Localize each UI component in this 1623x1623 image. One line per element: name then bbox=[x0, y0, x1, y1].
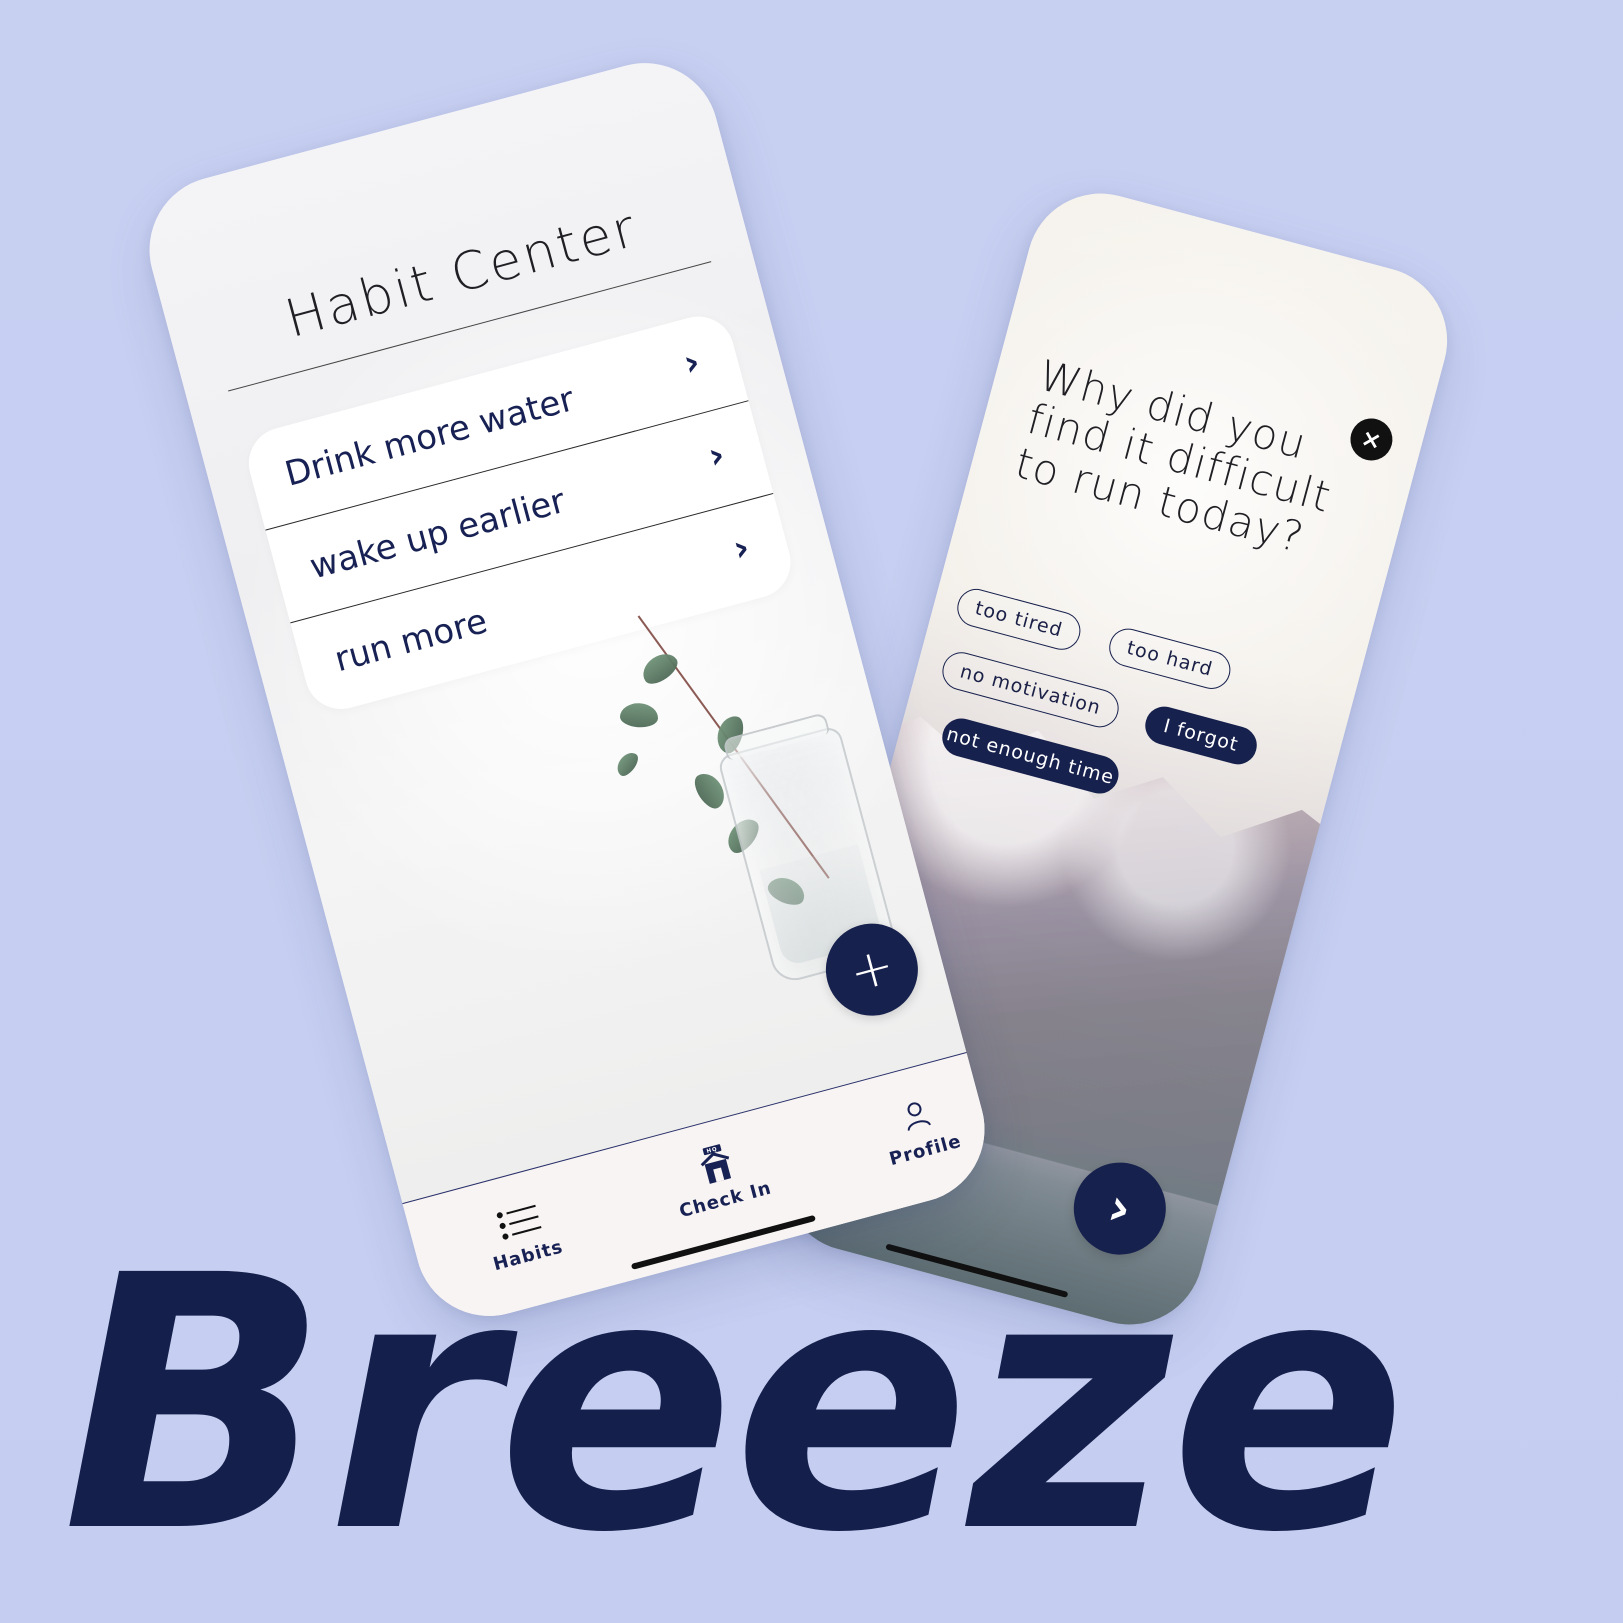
option-i-forgot-button[interactable]: I forgot bbox=[1141, 702, 1261, 769]
tab-profile-label: Profile bbox=[886, 1130, 964, 1170]
chevron-right-icon: › bbox=[728, 526, 754, 571]
chevron-right-icon: › bbox=[704, 434, 730, 478]
habit-center-content: Habit Center Drink more water › wake up … bbox=[133, 46, 1002, 1333]
chevron-right-icon: › bbox=[679, 341, 705, 385]
difficulty-question: Why did you find it difficult to run tod… bbox=[1010, 350, 1337, 563]
leaf-shape bbox=[613, 748, 642, 780]
page-title: Habit Center bbox=[279, 198, 645, 350]
habit-center-phone: Habit Center Drink more water › wake up … bbox=[132, 46, 1002, 1333]
hq-house-icon: HQ bbox=[693, 1142, 740, 1189]
user-icon bbox=[896, 1093, 937, 1138]
tab-profile[interactable]: Profile bbox=[869, 1078, 969, 1178]
leaf-shape bbox=[637, 647, 683, 690]
leaf-shape bbox=[619, 702, 659, 729]
canvas: × Why did you find it difficult to run t… bbox=[0, 0, 1623, 1623]
plus-icon: + bbox=[843, 935, 901, 1005]
brand-title: Breeze bbox=[62, 1201, 1407, 1609]
option-too-tired-button[interactable]: too tired bbox=[953, 584, 1085, 655]
option-too-hard-button[interactable]: too hard bbox=[1105, 624, 1235, 694]
